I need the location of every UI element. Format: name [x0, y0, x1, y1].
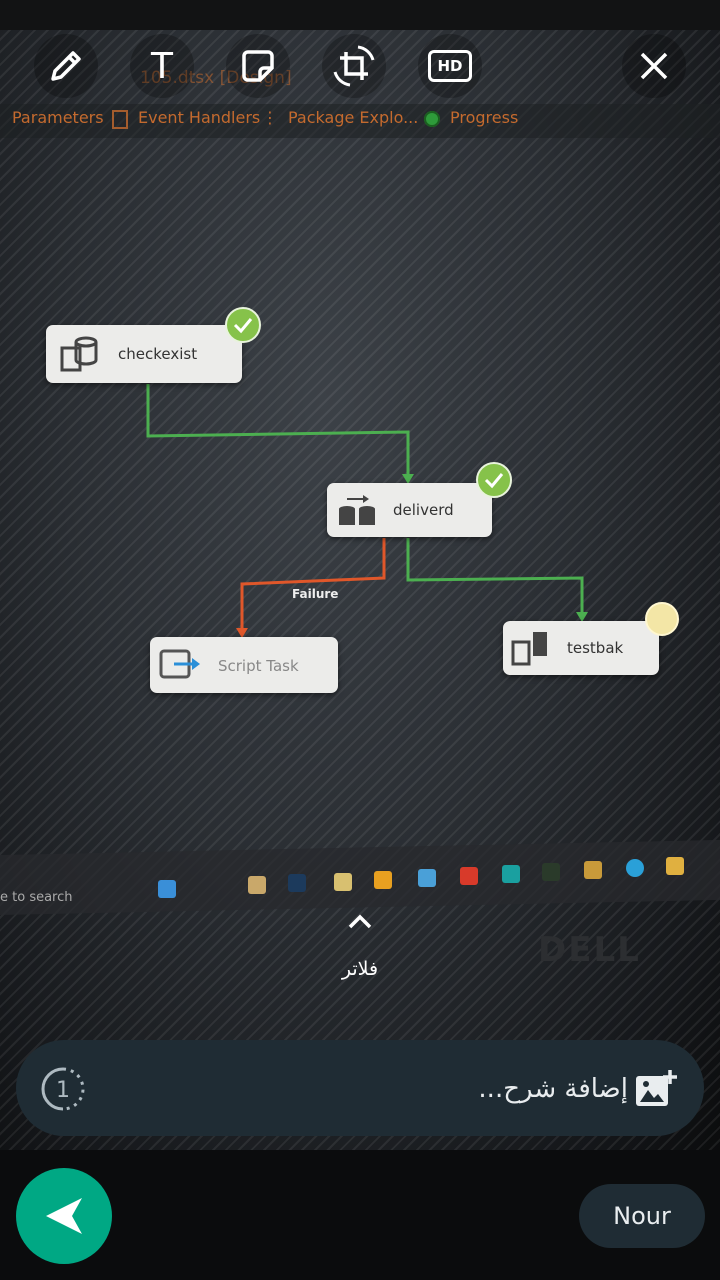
node-checkexist: checkexist — [46, 325, 242, 383]
telegram-icon — [626, 859, 644, 877]
sticker-button[interactable] — [226, 34, 290, 98]
node-label: deliverd — [393, 501, 454, 519]
data-flow-icon — [339, 495, 375, 525]
success-check-icon — [225, 307, 261, 343]
node-testbak: testbak — [503, 621, 659, 675]
pycharm-icon — [542, 863, 560, 881]
database-task-icon — [60, 336, 98, 372]
close-button[interactable] — [622, 34, 686, 98]
crop-rotate-icon — [333, 45, 375, 87]
filters-label[interactable]: فلاتر — [0, 958, 720, 980]
node-deliverd: deliverd — [327, 483, 492, 537]
pending-status-icon — [645, 602, 679, 636]
powerbi-icon — [374, 871, 392, 889]
acrobat-icon — [460, 867, 478, 885]
caption-bar: 1 — [16, 1040, 704, 1136]
failure-constraint-label: Failure — [292, 587, 339, 601]
chevron-up-icon[interactable] — [346, 912, 374, 932]
file-explorer-icon — [666, 857, 684, 875]
send-button[interactable] — [16, 1168, 112, 1264]
node-label: checkexist — [118, 345, 198, 363]
recipient-chip[interactable]: Nour — [579, 1184, 705, 1248]
text-button[interactable]: T — [130, 34, 194, 98]
caption-input[interactable] — [116, 1068, 630, 1110]
taskbar-app-icon — [502, 865, 520, 883]
taskbar-app-icon — [418, 869, 436, 887]
photoshop-icon — [288, 874, 306, 892]
taskbar-app-icon — [248, 876, 266, 894]
view-once-icon[interactable]: 1 — [40, 1066, 86, 1112]
pencil-icon — [51, 51, 81, 81]
hd-label: HD — [437, 57, 463, 75]
taskbar-app-icon — [334, 873, 352, 891]
draw-button[interactable] — [34, 34, 98, 98]
failure-connector — [240, 538, 386, 632]
script-task-icon — [159, 649, 200, 679]
send-icon — [46, 1198, 82, 1234]
close-icon — [640, 52, 668, 80]
add-image-icon[interactable] — [634, 1068, 678, 1110]
svg-text:1: 1 — [56, 1078, 70, 1103]
taskbar-app-icon — [584, 861, 602, 879]
node-script-task: Script Task — [150, 637, 338, 693]
backup-task-icon — [511, 632, 547, 666]
node-label: Script Task — [218, 657, 299, 675]
success-connector-1 — [146, 384, 410, 478]
hd-button[interactable]: HD — [418, 34, 482, 98]
sticker-icon — [242, 50, 274, 82]
cortana-icon — [158, 880, 176, 898]
crop-rotate-button[interactable] — [322, 34, 386, 98]
success-check-icon — [476, 462, 512, 498]
success-connector-2 — [406, 538, 584, 616]
hd-icon: HD — [428, 50, 472, 82]
text-icon: T — [151, 45, 173, 87]
taskbar-search: e to search — [0, 890, 73, 905]
node-label: testbak — [567, 639, 624, 657]
